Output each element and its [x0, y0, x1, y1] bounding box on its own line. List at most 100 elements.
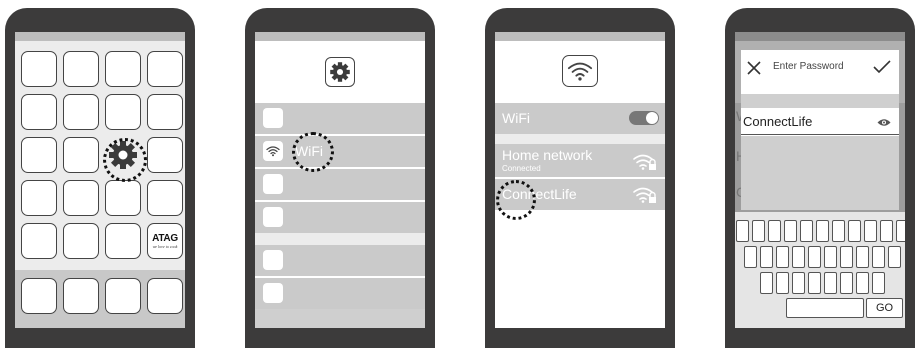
- app-tile[interactable]: [21, 180, 57, 216]
- space-key[interactable]: [786, 298, 864, 318]
- wifi-lock-icon: [633, 187, 656, 203]
- keyboard-key[interactable]: [872, 272, 885, 294]
- home-screen: ATAG we love to cook: [15, 32, 185, 328]
- keyboard-key[interactable]: [768, 220, 781, 242]
- app-tile[interactable]: [147, 137, 183, 173]
- atag-app-tile[interactable]: ATAG we love to cook: [147, 223, 183, 259]
- app-tile[interactable]: [105, 51, 141, 87]
- app-tile[interactable]: [147, 51, 183, 87]
- keyboard-key[interactable]: [864, 220, 877, 242]
- row-separator: [255, 309, 425, 328]
- keyboard-key[interactable]: [848, 220, 861, 242]
- tap-highlight-circle: [496, 180, 536, 220]
- keyboard-key[interactable]: [816, 220, 829, 242]
- status-bar: [15, 32, 185, 41]
- keyboard-key[interactable]: [880, 220, 893, 242]
- app-tile[interactable]: [21, 137, 57, 173]
- app-tile[interactable]: [63, 223, 99, 259]
- keyboard-key[interactable]: [872, 246, 885, 268]
- app-tile[interactable]: [63, 51, 99, 87]
- app-tile[interactable]: [63, 180, 99, 216]
- app-tile[interactable]: [21, 223, 57, 259]
- keyboard-key[interactable]: [760, 246, 773, 268]
- phone-settings-screen: WiFi: [245, 8, 435, 348]
- keyboard-key[interactable]: [840, 272, 853, 294]
- keyboard-key[interactable]: [776, 246, 789, 268]
- dock: [15, 270, 185, 328]
- keyboard-key[interactable]: [760, 272, 773, 294]
- app-tile[interactable]: [63, 137, 99, 173]
- wifi-icon: [567, 62, 593, 81]
- wifi-label: WiFi: [502, 110, 530, 126]
- network-name: Home network: [502, 147, 593, 163]
- settings-row-wifi[interactable]: WiFi: [255, 136, 425, 167]
- eye-icon[interactable]: [877, 118, 891, 127]
- wifi-row-icon: [263, 141, 283, 161]
- network-row[interactable]: Home network Connected: [495, 144, 665, 177]
- content-area: [495, 210, 665, 328]
- go-key[interactable]: GO: [866, 298, 903, 318]
- app-tile[interactable]: [105, 94, 141, 130]
- settings-row[interactable]: [255, 103, 425, 134]
- keyboard-key[interactable]: [824, 246, 837, 268]
- settings-row[interactable]: [255, 245, 425, 276]
- dock-tile[interactable]: [105, 278, 141, 314]
- app-tile[interactable]: [105, 180, 141, 216]
- wifi-toggle-row: WiFi: [495, 103, 665, 134]
- dock-tile[interactable]: [63, 278, 99, 314]
- status-bar: [735, 32, 905, 41]
- row-icon: [263, 108, 283, 128]
- keyboard-key[interactable]: [832, 220, 845, 242]
- keyboard-key[interactable]: [808, 272, 821, 294]
- atag-tagline: we love to cook: [152, 243, 178, 249]
- row-icon: [263, 207, 283, 227]
- keyboard-key[interactable]: [856, 272, 869, 294]
- gear-icon: [330, 62, 350, 82]
- keyboard-key[interactable]: [840, 246, 853, 268]
- settings-row[interactable]: [255, 169, 425, 200]
- keyboard-key[interactable]: [896, 220, 905, 242]
- wifi-icon: [266, 146, 280, 157]
- app-tile[interactable]: [147, 94, 183, 130]
- keyboard-key[interactable]: [792, 272, 805, 294]
- keyboard-key[interactable]: [856, 246, 869, 268]
- settings-row[interactable]: [255, 202, 425, 233]
- keyboard-key[interactable]: [736, 220, 749, 242]
- keyboard-key[interactable]: [776, 272, 789, 294]
- row-icon: [263, 250, 283, 270]
- app-tile[interactable]: [21, 94, 57, 130]
- dock-tile[interactable]: [147, 278, 183, 314]
- password-field[interactable]: ConnectLife: [741, 112, 899, 135]
- close-icon[interactable]: [747, 61, 761, 75]
- app-tile[interactable]: [21, 51, 57, 87]
- dialog-body: [741, 136, 899, 210]
- tap-highlight-circle: [103, 138, 147, 182]
- keyboard-key[interactable]: [808, 246, 821, 268]
- keyboard-key[interactable]: [800, 220, 813, 242]
- app-tile[interactable]: [147, 180, 183, 216]
- tap-highlight-circle: [292, 132, 334, 172]
- check-icon[interactable]: [873, 60, 891, 74]
- keyboard-key[interactable]: [824, 272, 837, 294]
- settings-header: [255, 41, 425, 103]
- wifi-header: [495, 41, 665, 103]
- keyboard-key[interactable]: [784, 220, 797, 242]
- app-tile[interactable]: [105, 223, 141, 259]
- app-tile[interactable]: [63, 94, 99, 130]
- settings-row[interactable]: [255, 278, 425, 309]
- password-screen: W H C Enter Password ConnectLife: [735, 32, 905, 328]
- wifi-toggle[interactable]: [629, 111, 659, 125]
- section-gap: [495, 134, 665, 144]
- keyboard-key[interactable]: [752, 220, 765, 242]
- atag-logo: ATAG: [152, 232, 178, 244]
- status-bar: [495, 32, 665, 41]
- password-dialog: Enter Password ConnectLife: [741, 50, 899, 210]
- keyboard-key[interactable]: [888, 246, 901, 268]
- dock-tile[interactable]: [21, 278, 57, 314]
- keyboard-key[interactable]: [792, 246, 805, 268]
- wifi-icon-box: [562, 55, 598, 87]
- keyboard-key[interactable]: [744, 246, 757, 268]
- dialog-header: Enter Password: [741, 50, 899, 86]
- section-gap: [255, 233, 425, 245]
- dialog-title: Enter Password: [773, 61, 844, 72]
